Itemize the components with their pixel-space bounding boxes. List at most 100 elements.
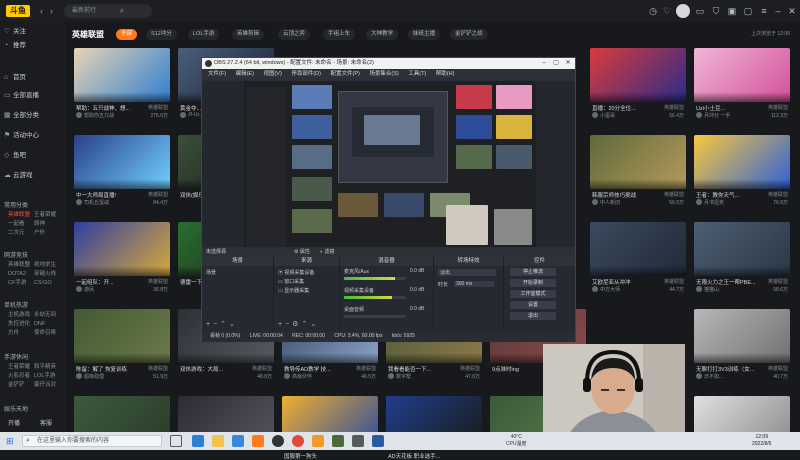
category-link[interactable]: 使命召唤 [34,329,60,338]
app-icon[interactable] [312,435,324,447]
clock-icon[interactable]: ◷ [647,5,659,17]
streamer-name[interactable]: 司机丘蛋咸 [84,199,109,206]
transition-select[interactable]: 淡出 [438,269,496,276]
stream-thumbnail[interactable] [74,48,170,102]
category-link[interactable]: 失控进化 [8,320,34,329]
category-link[interactable]: 原神 [34,220,60,229]
category-link[interactable]: 王者荣耀 [8,363,34,372]
studio-mode-button[interactable]: 工作室模式 [510,290,556,298]
category-link[interactable]: 英雄联盟 [8,211,34,220]
category-link[interactable]: 金铲铲 [8,381,34,390]
category-link[interactable]: DOTA2 [8,270,34,279]
streamer-name[interactable]: 月书坦克 [704,199,724,206]
mixer-volume-meter[interactable] [344,296,406,299]
minimize-icon[interactable]: – [538,58,550,69]
edge-icon[interactable] [192,435,204,447]
mixer-volume-meter[interactable] [344,277,406,280]
explorer-icon[interactable] [212,435,224,447]
minimize-icon[interactable]: – [772,5,784,17]
heart-icon[interactable]: ♡ [661,5,673,17]
scene-dock-buttons[interactable]: +−⌃⌄ [206,320,238,328]
stream-title[interactable]: 无聊打打3V3训练（女... [696,365,758,373]
app-icon[interactable] [372,435,384,447]
close-icon[interactable]: ✕ [786,5,798,17]
streamer-name[interactable]: 高级伙伴 [292,373,312,380]
tab-tft[interactable]: 云顶之弈 [278,29,311,40]
streamer-name[interactable]: 超级助理 [84,373,104,380]
stream-title[interactable]: 国服第一狗头 [284,452,346,460]
category-link[interactable]: 一起看 [8,220,34,229]
stream-title[interactable]: 王者：教你天气... [696,191,758,199]
streamer-name[interactable]: 中方大师 [600,286,620,293]
streamer-name[interactable]: 月冲分 一手 [704,112,730,119]
close-icon[interactable]: ✕ [562,58,574,69]
sidebar-item-all-categories[interactable]: ▦ 全部分类 [4,110,39,122]
stream-title[interactable]: 中一大师局直播! [76,191,138,199]
stream-thumbnail[interactable] [694,135,790,189]
box-icon[interactable]: ▣ [726,5,738,17]
sidebar-item-all-live[interactable]: ▭ 全部直播 [4,90,39,102]
stream-title[interactable]: 帮助：五只战神、想... [76,104,138,112]
category-link[interactable]: 二次元 [8,229,34,238]
stream-thumbnail[interactable] [74,135,170,189]
task-view-icon[interactable] [170,435,182,447]
menu-view[interactable]: 视图(V) [263,71,281,77]
streamer-name[interactable]: 中人新旧 [600,199,620,206]
category-link[interactable]: 方舟 [8,329,34,338]
maximize-icon[interactable]: ▢ [550,58,562,69]
streamer-name[interactable]: 帮助你五只战 [84,112,114,119]
category-link[interactable]: CS:GO [34,279,60,288]
category-link[interactable]: 蛋仔派对 [34,381,60,390]
sidebar-item-follow[interactable]: ♡ 关注 [4,26,26,38]
category-link[interactable]: 永劫无间 [34,311,60,320]
category-link[interactable]: 和平精英 [34,363,60,372]
source-item[interactable]: ▭ 显示器采集 [278,287,309,294]
category-link[interactable]: 主机游戏 [8,311,34,320]
stream-title[interactable]: 韩服宗师技巧挑战 [592,191,654,199]
sidebar-item-yuba[interactable]: ◇ 鱼吧 [4,150,26,162]
menu-profile[interactable]: 配置文件(P) [330,71,359,77]
service-button[interactable]: 客服 [40,418,52,427]
taskbar-search-input[interactable]: ⌕ 在这里输入你要搜索的内容 [22,435,162,447]
stream-title[interactable]: 一起组队：开... [76,278,138,286]
douyu-icon[interactable] [252,435,264,447]
stream-title[interactable]: 教导传AD教学 技... [284,365,346,373]
sidebar-item-activity[interactable]: ⚑ 活动中心 [4,130,39,142]
menu-file[interactable]: 文件(F) [208,71,226,77]
tab-all[interactable]: 全部 [116,29,138,40]
stream-title[interactable]: 无限火力之王一帮PBE... [696,278,758,286]
streamer-name[interactable]: 数字帮 [396,373,411,380]
chrome-icon[interactable] [292,435,304,447]
windows-start-icon[interactable]: ⊞ [6,436,16,446]
source-dock-buttons[interactable]: +−⚙⌃⌄ [278,320,319,328]
duration-input[interactable]: 300 ms [454,281,494,287]
tab-s12[interactable]: S12冲分 [146,29,177,40]
menu-docks[interactable]: 停靠部件(D) [291,71,321,77]
tab-lol-mobile[interactable]: LOL手游 [188,29,220,40]
stream-thumbnail[interactable] [590,135,686,189]
tab-team-up[interactable]: 手组上车 [323,29,356,40]
store-icon[interactable] [232,435,244,447]
cpu-temperature-widget[interactable]: 40°C CPU温度 [506,434,527,448]
sidebar-item-cloud-game[interactable]: ☁ 云游戏 [4,170,33,182]
message-icon[interactable]: ▭ [694,5,706,17]
douyu-logo[interactable]: 斗鱼 [6,5,30,17]
menu-help[interactable]: 帮助(H) [436,71,455,77]
source-item[interactable]: ▭ 窗口采集 [278,278,304,285]
stream-title[interactable]: Uzi小土豆... [696,104,758,112]
obs-preview-canvas[interactable] [244,81,536,247]
app-icon[interactable] [332,435,344,447]
menu-tools[interactable]: 工具(T) [408,71,426,77]
exit-button[interactable]: 退出 [510,312,556,320]
menu-scene-collection[interactable]: 场景集合(S) [369,71,398,77]
avatar[interactable] [676,4,690,18]
stop-streaming-button[interactable]: 停止推流 [510,268,556,276]
stream-thumbnail[interactable] [694,222,790,276]
stream-thumbnail[interactable] [590,48,686,102]
category-link[interactable]: 穿越火线 [34,270,60,279]
stream-thumbnail[interactable] [74,309,170,363]
stream-thumbnail[interactable] [694,48,790,102]
category-link[interactable]: DNF [34,320,60,329]
search-icon[interactable]: ⌕ [116,5,128,17]
streamer-name[interactable]: 日不如... [704,373,723,380]
